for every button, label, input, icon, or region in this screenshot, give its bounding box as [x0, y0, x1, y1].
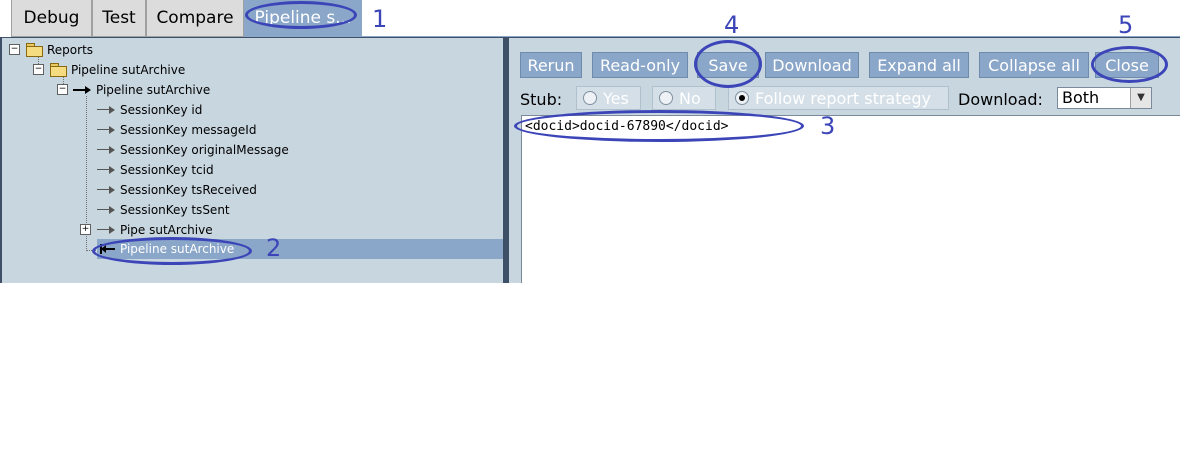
- tree-node-label: SessionKey id: [120, 102, 203, 117]
- tree-node-sessionkey[interactable]: SessionKey id: [97, 100, 202, 119]
- toggle-reports[interactable]: −: [9, 44, 20, 55]
- chevron-down-icon[interactable]: ▼: [1130, 88, 1151, 108]
- tree-node-label: Pipeline sutArchive: [71, 62, 186, 77]
- radio-icon[interactable]: [659, 91, 673, 105]
- report-detail-pane: Rerun Read-only Save Download Expand all…: [509, 37, 1180, 283]
- tree-node-label: SessionKey messageId: [120, 122, 257, 137]
- annotation-ellipse-editor: [514, 110, 804, 142]
- annotation-number-4: 4: [724, 11, 740, 39]
- checkpoint-arrow-icon: [97, 125, 117, 135]
- radio-icon[interactable]: [583, 91, 597, 105]
- checkpoint-arrow-icon: [97, 185, 117, 195]
- folder-icon: [26, 43, 43, 57]
- stub-no-option[interactable]: No: [652, 86, 716, 110]
- annotation-number-2: 2: [266, 234, 282, 262]
- toggle-pipeline[interactable]: −: [33, 64, 44, 75]
- download-label: Download:: [958, 90, 1043, 109]
- toggle-pipe[interactable]: +: [80, 224, 91, 235]
- tree-node-sessionkey[interactable]: SessionKey tsSent: [97, 200, 230, 219]
- checkpoint-arrow-icon: [97, 165, 117, 175]
- tree-node-sessionkey[interactable]: SessionKey originalMessage: [97, 140, 289, 159]
- annotation-number-5: 5: [1118, 11, 1134, 39]
- tab-test[interactable]: Test: [92, 0, 146, 37]
- annotation-number-3: 3: [820, 112, 836, 140]
- tree-node-label: SessionKey tsReceived: [120, 182, 257, 197]
- rerun-button[interactable]: Rerun: [520, 52, 582, 78]
- annotation-ellipse-tree-node: [92, 237, 252, 265]
- checkpoint-arrow-icon: [97, 105, 117, 115]
- tree-node-reports[interactable]: Reports: [26, 40, 93, 59]
- tree-node-label: Pipe sutArchive: [120, 222, 213, 237]
- download-select-value: Both: [1062, 88, 1100, 107]
- folder-icon: [50, 63, 67, 77]
- tree-node-label: Reports: [47, 42, 94, 57]
- checkpoint-arrow-icon: [97, 205, 117, 215]
- radio-selected-icon[interactable]: [735, 91, 749, 105]
- readonly-button[interactable]: Read-only: [592, 52, 688, 78]
- tree-node-sessionkey[interactable]: SessionKey messageId: [97, 120, 256, 139]
- tree-node-pipe[interactable]: Pipe sutArchive: [97, 220, 213, 239]
- tree-node-sessionkey[interactable]: SessionKey tsReceived: [97, 180, 257, 199]
- tree-node-label: Pipeline sutArchive: [96, 82, 211, 97]
- annotation-ellipse-close: [1091, 46, 1168, 83]
- stub-yes-label: Yes: [603, 88, 629, 108]
- tree-node-label: SessionKey originalMessage: [120, 142, 289, 157]
- checkpoint-arrow-icon: [97, 145, 117, 155]
- tab-compare[interactable]: Compare: [146, 0, 244, 37]
- annotation-number-1: 1: [372, 5, 388, 33]
- checkpoint-arrow-icon: [97, 225, 117, 235]
- tree-node-sessionkey[interactable]: SessionKey tcid: [97, 160, 214, 179]
- tree-node-pipeline-start[interactable]: Pipeline sutArchive: [73, 80, 210, 99]
- tree-node-label: SessionKey tcid: [120, 162, 214, 177]
- stub-follow-option[interactable]: Follow report strategy: [728, 86, 949, 110]
- toggle-pipeline-inner[interactable]: −: [57, 84, 68, 95]
- tree-node-label: SessionKey tsSent: [120, 202, 230, 217]
- download-button[interactable]: Download: [765, 52, 859, 78]
- expand-all-button[interactable]: Expand all: [869, 52, 969, 78]
- annotation-ellipse-save: [694, 40, 762, 88]
- tab-debug-label: Debug: [23, 8, 80, 28]
- annotation-ellipse-tab: [245, 1, 357, 29]
- tab-debug[interactable]: Debug: [11, 0, 92, 37]
- tab-compare-label: Compare: [156, 8, 234, 28]
- stub-label: Stub:: [520, 90, 563, 109]
- stub-no-label: No: [679, 88, 701, 108]
- report-tree[interactable]: − Reports − Pipeline sutArchive − Pipeli…: [0, 37, 503, 283]
- checkpoint-start-icon: [73, 85, 93, 95]
- stub-follow-label: Follow report strategy: [755, 88, 931, 108]
- tree-node-pipeline-folder[interactable]: Pipeline sutArchive: [50, 60, 185, 79]
- tab-test-label: Test: [102, 8, 136, 28]
- download-select[interactable]: Both ▼: [1057, 87, 1152, 109]
- collapse-all-button[interactable]: Collapse all: [979, 52, 1089, 78]
- stub-yes-option[interactable]: Yes: [576, 86, 641, 110]
